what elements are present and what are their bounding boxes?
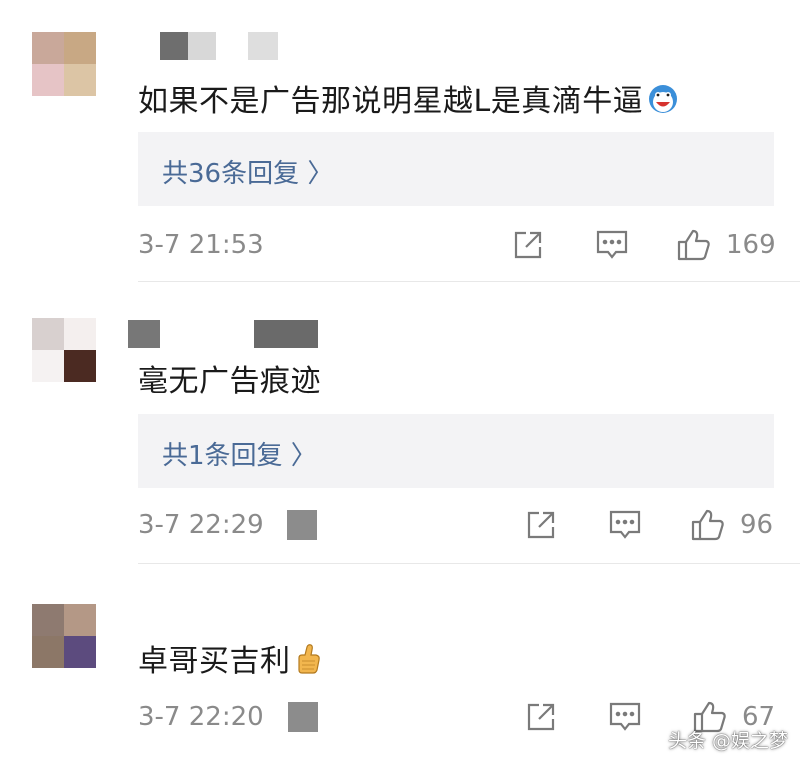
- comment-item: 毫无广告痕迹 共1条回复 〉 3-7 22:29 96: [0, 282, 800, 564]
- comment-text: 卓哥买吉利: [138, 636, 321, 683]
- share-icon: [514, 231, 542, 259]
- comment-icon: [609, 702, 641, 731]
- comment-footer: 3-7 22:29 96: [0, 508, 800, 548]
- comment-button[interactable]: [607, 508, 643, 542]
- comment-item: 如果不是广告那说明星越L是真滴牛逼 共36条回复 〉 3-7 21:53 169: [0, 0, 800, 282]
- like-button[interactable]: [676, 228, 712, 262]
- comment-text: 毫无广告痕迹: [138, 364, 321, 399]
- avatar[interactable]: [32, 318, 96, 382]
- share-icon: [527, 511, 555, 539]
- avatar[interactable]: [32, 604, 96, 668]
- like-button[interactable]: [690, 508, 726, 542]
- blurred-element: [287, 510, 317, 540]
- avatar[interactable]: [32, 32, 96, 96]
- reply-count-label[interactable]: 共36条回复 〉: [162, 153, 333, 190]
- timestamp: 3-7 21:53: [138, 230, 264, 260]
- comment-icon: [609, 510, 641, 539]
- thumbs-up-icon: [691, 509, 724, 541]
- share-button[interactable]: [524, 508, 558, 542]
- blurred-element: [288, 702, 318, 732]
- like-count: 169: [726, 230, 776, 260]
- comment-button[interactable]: [594, 228, 630, 262]
- reply-count-label[interactable]: 共1条回复 〉: [162, 435, 317, 472]
- comment-icon: [596, 230, 628, 259]
- share-icon: [527, 703, 555, 731]
- like-count: 96: [740, 510, 774, 540]
- laughing-face-icon: [647, 83, 679, 123]
- thumbs-up-emoji-icon: [295, 643, 321, 683]
- watermark: 头条 @娱之梦: [667, 730, 788, 752]
- thumbs-up-icon: [677, 229, 710, 261]
- reply-thread-link[interactable]: 共1条回复 〉: [138, 414, 774, 488]
- comment-footer: 3-7 21:53 169: [0, 228, 800, 268]
- reply-thread-link[interactable]: 共36条回复 〉: [138, 132, 774, 206]
- username-blurred[interactable]: [128, 320, 318, 348]
- timestamp: 3-7 22:20: [138, 702, 264, 732]
- share-button[interactable]: [511, 228, 545, 262]
- comment-button[interactable]: [607, 700, 643, 734]
- share-button[interactable]: [524, 700, 558, 734]
- comment-text: 如果不是广告那说明星越L是真滴牛逼: [138, 76, 679, 123]
- timestamp: 3-7 22:29: [138, 510, 264, 540]
- username-blurred[interactable]: [160, 32, 278, 60]
